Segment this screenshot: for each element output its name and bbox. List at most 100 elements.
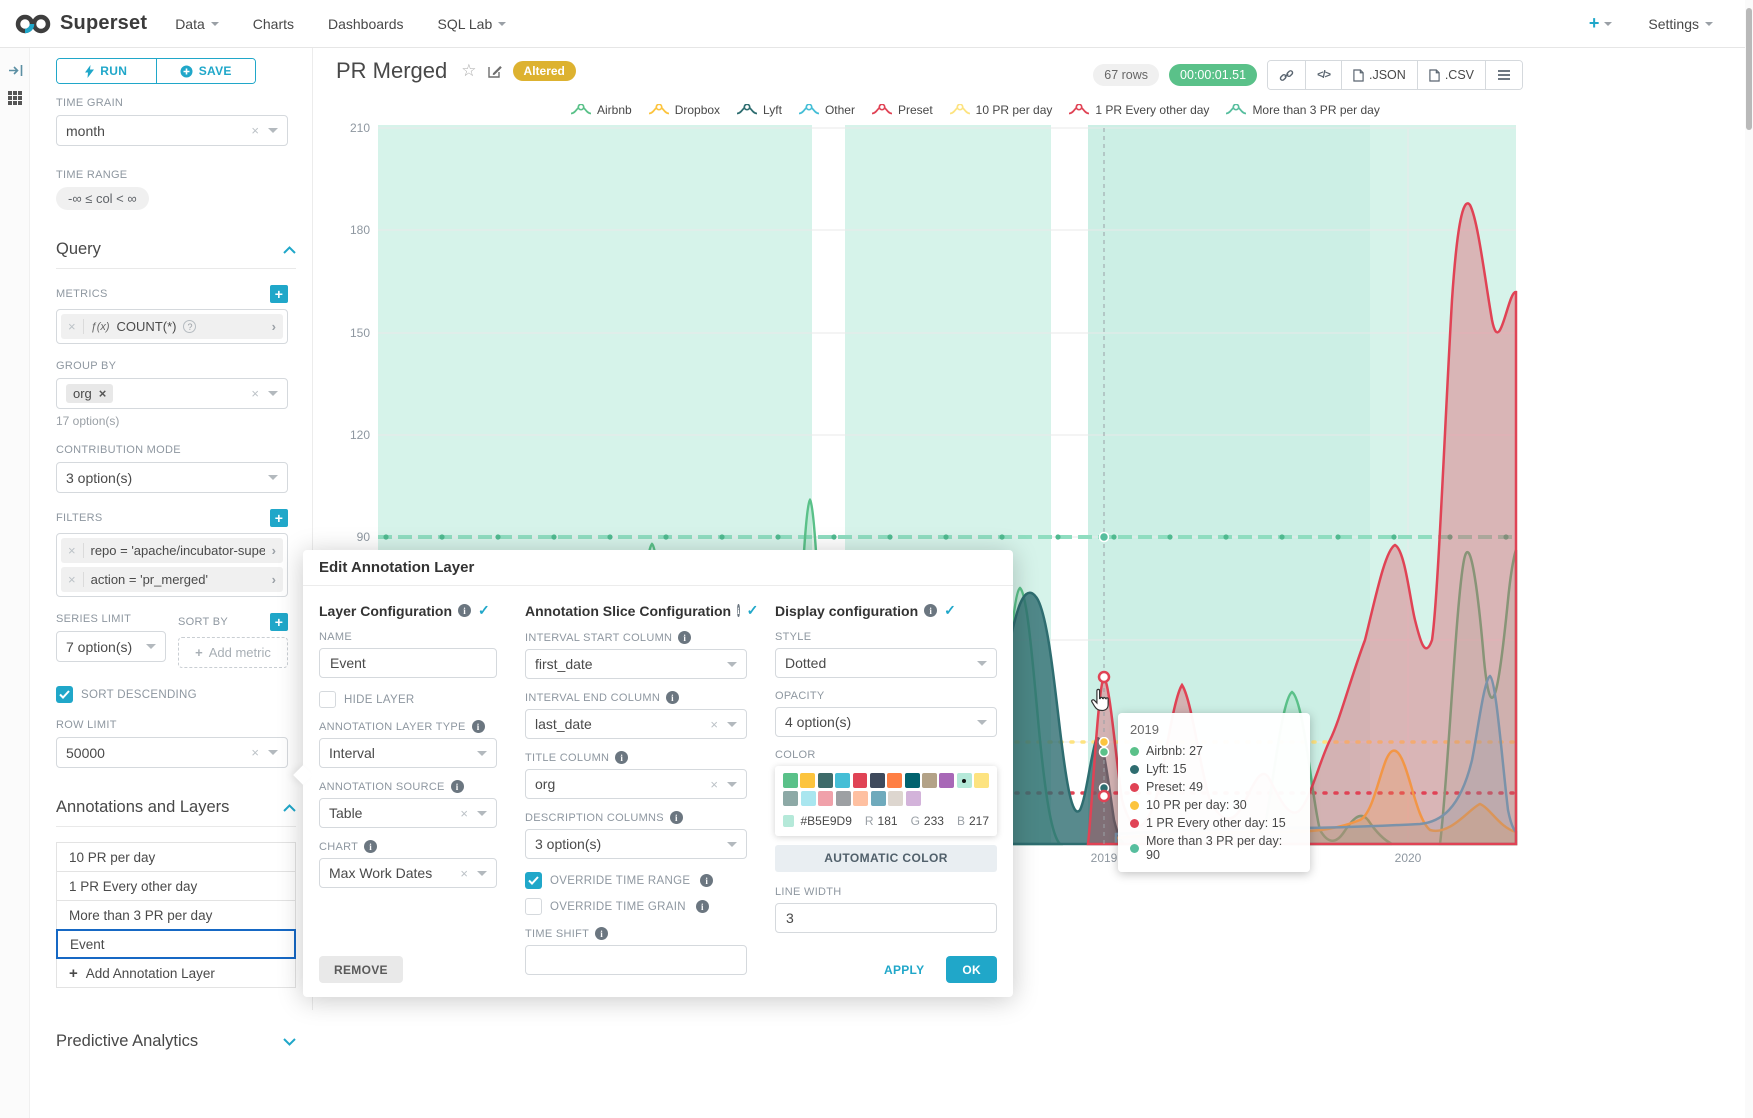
interval-start-select[interactable]: first_date bbox=[525, 649, 747, 679]
sort-by-add-metric[interactable]: +Add metric bbox=[178, 637, 288, 668]
dataset-grid-button[interactable] bbox=[0, 84, 30, 112]
filter-pill[interactable]: × repo = 'apache/incubator-supers... › bbox=[61, 538, 283, 563]
line-width-input[interactable] bbox=[775, 903, 997, 933]
page-scrollbar-thumb[interactable] bbox=[1746, 8, 1752, 130]
time-range-pill[interactable]: -∞ ≤ col < ∞ bbox=[56, 187, 149, 210]
legend-item[interactable]: More than 3 PR per day bbox=[1225, 103, 1379, 117]
color-swatch[interactable] bbox=[905, 773, 920, 788]
color-swatch[interactable] bbox=[783, 773, 798, 788]
ok-button[interactable]: OK bbox=[946, 956, 997, 983]
superset-logo[interactable]: Superset bbox=[14, 12, 147, 35]
color-swatch[interactable] bbox=[818, 773, 833, 788]
apply-button[interactable]: APPLY bbox=[870, 956, 938, 983]
nav-item-dashboards[interactable]: Dashboards bbox=[328, 16, 404, 32]
export-json-button[interactable]: .JSON bbox=[1341, 61, 1417, 89]
legend-item[interactable]: Other bbox=[798, 103, 855, 117]
override-time-range-checkbox[interactable] bbox=[525, 872, 542, 889]
group-by-select[interactable]: org× × bbox=[56, 378, 288, 409]
info-icon[interactable]: i bbox=[595, 927, 608, 940]
annotation-layer-more-than-3-pr[interactable]: More than 3 PR per day bbox=[56, 900, 296, 930]
annotation-layer-1-pr-every-other-day[interactable]: 1 PR Every other day bbox=[56, 871, 296, 901]
contribution-mode-select[interactable]: 3 option(s) bbox=[56, 462, 288, 493]
name-input[interactable] bbox=[319, 648, 497, 678]
nav-item-data[interactable]: Data bbox=[175, 16, 219, 32]
color-swatch[interactable] bbox=[887, 773, 902, 788]
row-limit-select[interactable]: 50000 × bbox=[56, 737, 288, 768]
automatic-color-button[interactable]: AUTOMATIC COLOR bbox=[775, 845, 997, 872]
chart-select[interactable]: Max Work Dates × bbox=[319, 858, 497, 888]
remove-icon[interactable]: × bbox=[68, 543, 76, 558]
clear-icon[interactable]: × bbox=[460, 806, 468, 821]
legend-item[interactable]: 10 PR per day bbox=[949, 103, 1053, 117]
info-icon[interactable]: i bbox=[670, 811, 683, 824]
series-limit-select[interactable]: 7 option(s) bbox=[56, 631, 166, 662]
add-metric-button[interactable]: + bbox=[270, 285, 288, 303]
info-icon[interactable]: i bbox=[472, 720, 485, 733]
opacity-select[interactable]: 4 option(s) bbox=[775, 707, 997, 737]
copy-link-button[interactable] bbox=[1268, 61, 1305, 89]
legend-item[interactable]: Airbnb bbox=[570, 103, 632, 117]
remove-icon[interactable]: × bbox=[68, 319, 76, 334]
annotation-layer-type-select[interactable]: Interval bbox=[319, 738, 497, 768]
hide-layer-checkbox[interactable] bbox=[319, 691, 336, 708]
info-icon[interactable]: i bbox=[666, 691, 679, 704]
legend-item[interactable]: Dropbox bbox=[648, 103, 720, 117]
clear-icon[interactable]: × bbox=[460, 866, 468, 881]
color-swatch[interactable] bbox=[871, 791, 886, 806]
color-swatch[interactable] bbox=[818, 791, 833, 806]
run-button[interactable]: RUN bbox=[57, 59, 156, 83]
expand-panel-button[interactable] bbox=[0, 56, 30, 84]
predictive-section-header[interactable]: Predictive Analytics bbox=[56, 1032, 296, 1060]
query-section-header[interactable]: Query bbox=[56, 240, 296, 269]
title-column-select[interactable]: org × bbox=[525, 769, 747, 799]
nav-item-sql-lab[interactable]: SQL Lab bbox=[438, 16, 507, 32]
info-icon[interactable]: i bbox=[458, 604, 471, 617]
style-select[interactable]: Dotted bbox=[775, 648, 997, 678]
color-swatch[interactable] bbox=[957, 773, 972, 788]
clear-icon[interactable]: × bbox=[251, 123, 259, 138]
clear-icon[interactable]: × bbox=[251, 386, 259, 401]
altered-badge[interactable]: Altered bbox=[513, 61, 576, 81]
info-icon[interactable]: i bbox=[364, 840, 377, 853]
embed-code-button[interactable]: </> bbox=[1305, 61, 1341, 89]
info-icon[interactable]: i bbox=[615, 751, 628, 764]
settings-menu[interactable]: Settings bbox=[1648, 16, 1713, 32]
edit-icon[interactable] bbox=[487, 63, 503, 79]
color-swatch[interactable] bbox=[853, 773, 868, 788]
color-swatch[interactable] bbox=[888, 791, 903, 806]
time-grain-select[interactable]: month × bbox=[56, 115, 288, 146]
filter-pill[interactable]: × action = 'pr_merged' › bbox=[61, 567, 283, 592]
remove-icon[interactable]: × bbox=[68, 572, 76, 587]
info-icon[interactable]: i bbox=[700, 874, 713, 887]
group-by-tag[interactable]: org× bbox=[66, 384, 113, 403]
color-swatch[interactable] bbox=[974, 773, 989, 788]
info-icon[interactable]: i bbox=[451, 780, 464, 793]
new-item-button[interactable]: + bbox=[1589, 13, 1613, 34]
color-swatch[interactable] bbox=[870, 773, 885, 788]
color-swatch[interactable] bbox=[835, 773, 850, 788]
color-swatch[interactable] bbox=[853, 791, 868, 806]
sort-descending-checkbox[interactable] bbox=[56, 686, 73, 703]
info-icon[interactable]: i bbox=[924, 604, 937, 617]
color-swatch[interactable] bbox=[800, 773, 815, 788]
clear-icon[interactable]: × bbox=[710, 777, 718, 792]
info-icon[interactable]: i bbox=[737, 604, 740, 617]
clear-icon[interactable]: × bbox=[710, 717, 718, 732]
save-button[interactable]: SAVE bbox=[156, 59, 256, 83]
add-annotation-layer-button[interactable]: + Add Annotation Layer bbox=[56, 958, 296, 988]
description-columns-select[interactable]: 3 option(s) bbox=[525, 829, 747, 859]
favorite-star-icon[interactable]: ☆ bbox=[461, 61, 476, 81]
legend-item[interactable]: 1 PR Every other day bbox=[1068, 103, 1209, 117]
add-sort-metric-button[interactable]: + bbox=[270, 613, 288, 631]
legend-item[interactable]: Preset bbox=[871, 103, 933, 117]
override-time-grain-checkbox[interactable] bbox=[525, 898, 542, 915]
add-filter-button[interactable]: + bbox=[270, 509, 288, 527]
export-csv-button[interactable]: .CSV bbox=[1417, 61, 1485, 89]
color-swatch[interactable] bbox=[801, 791, 816, 806]
annotation-source-select[interactable]: Table × bbox=[319, 798, 497, 828]
color-swatch[interactable] bbox=[922, 773, 937, 788]
remove-tag-icon[interactable]: × bbox=[99, 386, 107, 401]
color-swatch[interactable] bbox=[906, 791, 921, 806]
metric-pill[interactable]: × ƒ(x) COUNT(*) ? › bbox=[61, 314, 283, 339]
page-scrollbar[interactable] bbox=[1745, 0, 1753, 1118]
